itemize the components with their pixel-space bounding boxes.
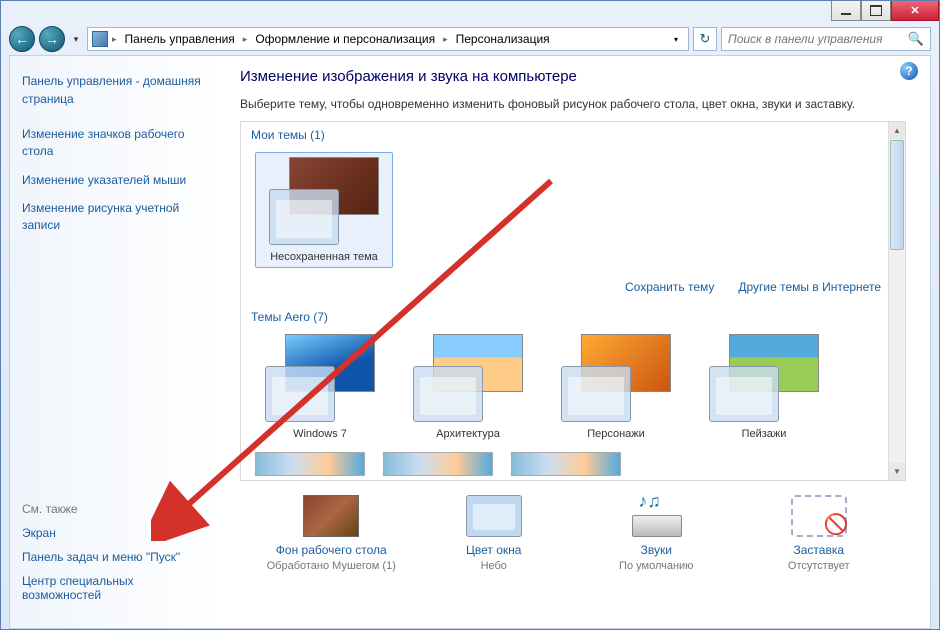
tile-label: Цвет окна [466,543,521,557]
annotation-arrow [151,141,601,541]
scrollbar[interactable]: ▲ ▼ [888,122,905,480]
titlebar [1,1,939,23]
search-input[interactable] [728,32,908,46]
tile-label: Заставка [793,543,844,557]
tile-value: По умолчанию [619,560,693,572]
see-also-accessibility[interactable]: Центр специальных возможностей [22,574,208,602]
chevron-right-icon[interactable]: ▸ [441,34,450,45]
window-controls [831,1,939,21]
sounds-icon [628,495,684,537]
screensaver-icon [791,495,847,537]
search-icon[interactable]: 🔍 [908,31,924,47]
tile-label: Фон рабочего стола [276,543,387,557]
tile-value: Обработано Мушегом (1) [267,560,396,572]
scroll-thumb[interactable] [890,140,904,250]
breadcrumb-item[interactable]: Оформление и персонализация [251,30,439,48]
help-icon[interactable]: ? [900,62,918,80]
sidebar-home-link[interactable]: Панель управления - домашняя страница [22,72,208,108]
location-icon [92,31,108,47]
minimize-button[interactable] [831,1,861,21]
tile-screensaver[interactable]: Заставка Отсутствует [744,495,894,572]
nav-history-dropdown[interactable]: ▾ [69,30,83,48]
page-title: Изменение изображения и звука на компьют… [240,68,930,85]
chevron-right-icon[interactable]: ▸ [110,34,119,45]
see-also-taskbar[interactable]: Панель задач и меню "Пуск" [22,550,208,564]
close-button[interactable] [891,1,939,21]
back-button[interactable]: ← [9,26,35,52]
forward-button[interactable]: → [39,26,65,52]
navbar: ← → ▾ ▸ Панель управления ▸ Оформление и… [1,23,939,55]
breadcrumb-item[interactable]: Персонализация [452,30,554,48]
tile-label: Звуки [641,543,672,557]
save-theme-link[interactable]: Сохранить тему [625,280,714,294]
theme-item-landscapes[interactable]: Пейзажи [699,334,829,440]
more-themes-link[interactable]: Другие темы в Интернете [738,280,881,294]
chevron-right-icon[interactable]: ▸ [241,34,250,45]
refresh-button[interactable]: ↻ [693,27,717,51]
breadcrumb-item[interactable]: Панель управления [121,30,239,48]
explorer-window: ← → ▾ ▸ Панель управления ▸ Оформление и… [0,0,940,630]
tile-sounds[interactable]: Звуки По умолчанию [581,495,731,572]
search-box[interactable]: 🔍 [721,27,931,51]
tile-value: Небо [481,560,507,572]
breadcrumb-dropdown[interactable]: ▾ [668,30,684,48]
theme-label: Пейзажи [742,428,787,440]
page-description: Выберите тему, чтобы одновременно измени… [240,97,930,111]
tile-value: Отсутствует [788,560,850,572]
maximize-button[interactable] [861,1,891,21]
scroll-down-button[interactable]: ▼ [889,463,905,480]
breadcrumb[interactable]: ▸ Панель управления ▸ Оформление и персо… [87,27,689,51]
scroll-up-button[interactable]: ▲ [889,122,905,139]
